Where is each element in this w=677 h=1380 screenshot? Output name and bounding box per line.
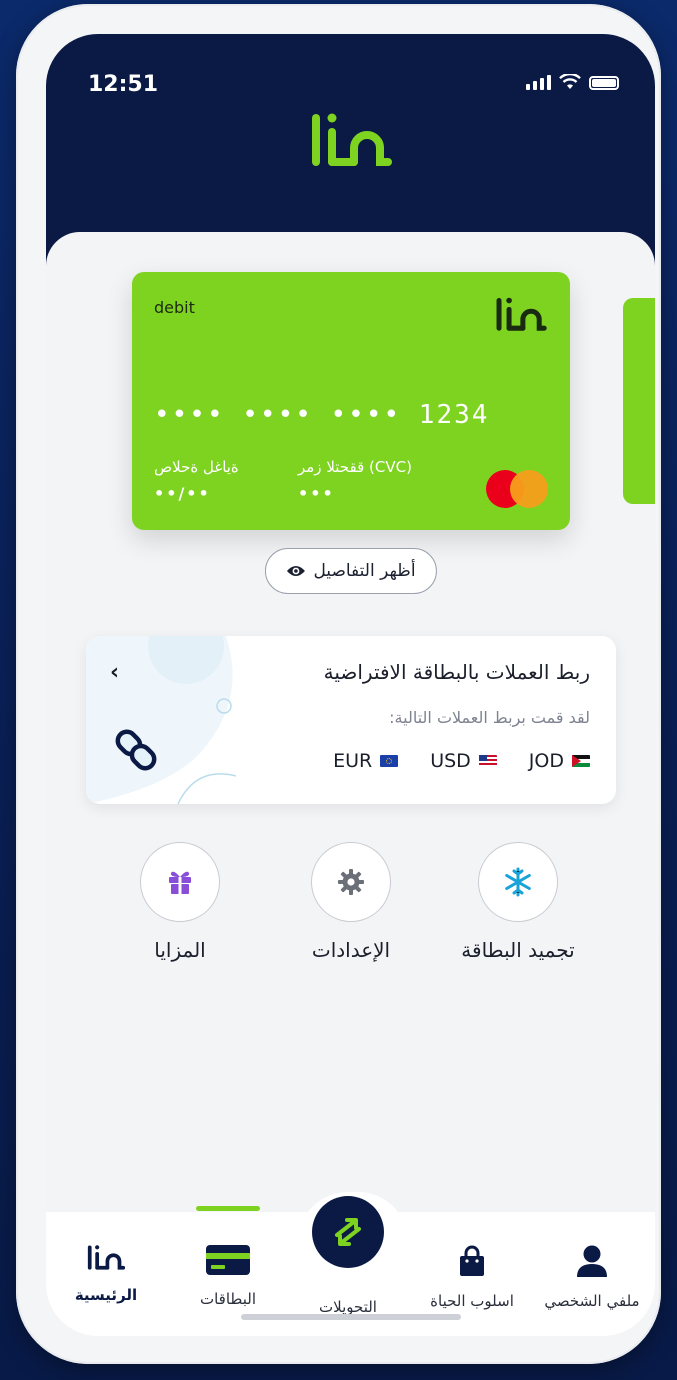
status-time: 12:51 [88,72,159,97]
benefits-label: المزايا [154,938,206,962]
mastercard-icon [486,470,548,508]
nav-item-home[interactable]: الرئيسية [46,1244,166,1304]
profile-icon [577,1245,607,1277]
brand-logo [311,113,392,166]
signal-icon [526,75,551,90]
battery-icon [589,76,619,90]
currency-list: JOD USD EUR [333,750,590,772]
nav-item-profile[interactable]: ملفي الشخصي [532,1244,652,1310]
nav-item-cards[interactable]: البطاقات [168,1244,288,1308]
nav-label-lifestyle: اسلوب الحياة [430,1292,514,1310]
card-number: •••• •••• •••• 1234 [154,400,490,430]
home-indicator [240,1314,461,1320]
shopping-bag-icon [460,1245,484,1276]
show-details-button[interactable]: أظهر التفاصيل [264,548,437,594]
currency-code: USD [430,750,471,772]
us-flag-icon [478,755,497,767]
gear-icon [338,869,364,895]
snowflake-icon [505,867,531,897]
currency-code: JOD [528,750,564,772]
currency-item-usd: USD [430,750,497,772]
next-card-peek[interactable] [623,298,655,504]
benefits-button[interactable] [140,842,220,922]
cvc-label: ققحتلا زمر (CVC) [298,458,412,476]
nav-item-transfers[interactable]: التحويلات [288,1244,408,1316]
card-brand-logo [496,297,547,331]
currency-link-panel[interactable]: ‹ ربط العملات بالبطاقة الافتراضية لقد قم… [86,636,616,804]
freeze-card-action[interactable]: تجميد البطاقة [428,842,608,962]
currency-item-jod: JOD [529,750,590,772]
expiry-label: ةياغل ةحلاص [154,458,239,476]
phone-frame: 12:51 debit •••• •••• •••• 1234 ةياغل ةح… [16,4,661,1364]
chain-link-icon [115,729,157,771]
nav-item-lifestyle[interactable]: اسلوب الحياة [412,1244,532,1310]
debit-card[interactable]: debit •••• •••• •••• 1234 ةياغل ةحلاص قق… [132,272,570,530]
eu-flag-icon [380,755,399,767]
main-content: debit •••• •••• •••• 1234 ةياغل ةحلاص قق… [46,232,655,1336]
currency-code: EUR [333,750,373,772]
settings-button[interactable] [311,842,391,922]
status-icons [526,74,619,90]
nav-label-home: الرئيسية [74,1286,138,1304]
app-screen: 12:51 debit •••• •••• •••• 1234 ةياغل ةح… [46,34,655,1336]
expiry-value: ••/•• [154,484,211,503]
nav-label-profile: ملفي الشخصي [544,1292,640,1310]
currency-link-title: ربط العملات بالبطاقة الافتراضية [323,660,590,684]
nav-label-cards: البطاقات [199,1290,256,1308]
wifi-icon [559,74,581,89]
card-type: debit [154,298,195,317]
freeze-card-label: تجميد البطاقة [461,938,575,962]
gift-icon [169,871,191,894]
freeze-card-button[interactable] [478,842,558,922]
settings-label: الإعدادات [311,938,391,962]
bottom-nav: الرئيسية البطاقات التحويلات اسلوب الحياة… [46,1192,655,1336]
eye-icon [286,566,305,576]
card-icon [206,1245,250,1275]
currency-item-eur: EUR [333,750,399,772]
jordan-flag-icon [572,755,590,767]
decorative-background [86,636,236,804]
settings-action[interactable]: الإعدادات [261,842,441,962]
show-details-label: أظهر التفاصيل [313,561,416,581]
logo-icon [87,1245,126,1270]
benefits-action[interactable]: المزايا [90,842,270,962]
active-tab-indicator [196,1206,260,1211]
cvc-value: ••• [298,484,335,503]
chevron-left-icon[interactable]: ‹ [110,660,119,685]
quick-actions: تجميد البطاقة الإعدادات المزايا [46,842,655,1002]
currency-link-subtitle: لقد قمت بربط العملات التالية: [389,708,590,727]
